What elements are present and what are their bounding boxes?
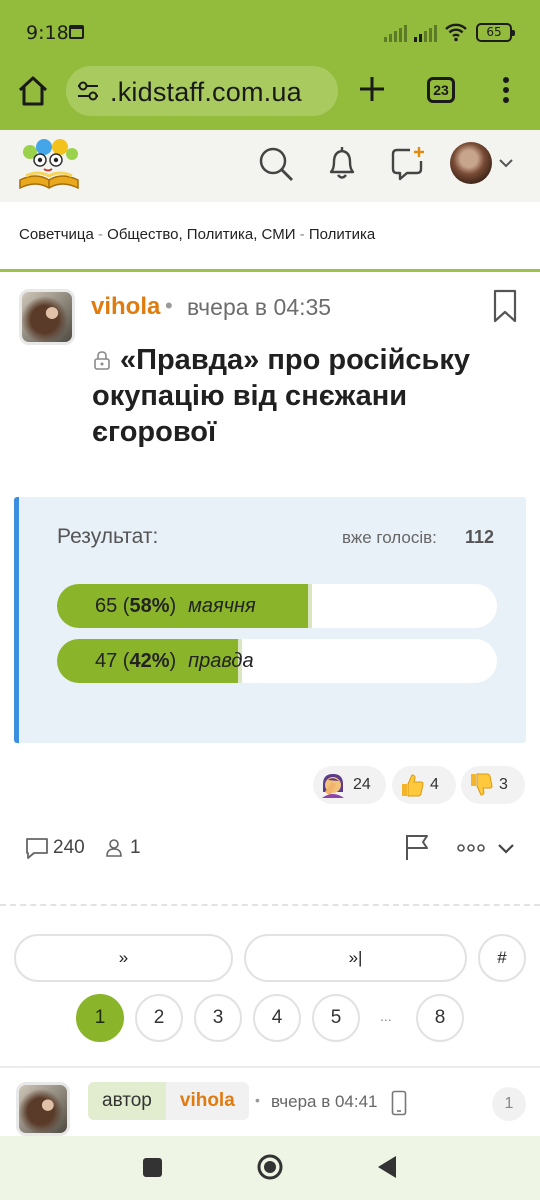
- poll-label: Результат:: [57, 525, 159, 548]
- breadcrumb-separator: -: [299, 226, 305, 243]
- reply-time[interactable]: вчера в 04:41: [271, 1092, 378, 1112]
- next-page-button[interactable]: »: [14, 934, 233, 982]
- breadcrumb-separator: -: [98, 226, 103, 243]
- breadcrumb-item[interactable]: Советчица: [19, 226, 94, 243]
- page-button[interactable]: 5: [312, 994, 360, 1042]
- browser-menu-icon[interactable]: [502, 76, 510, 104]
- reply-author[interactable]: vihola: [166, 1082, 249, 1120]
- status-bar: 9:18 65: [0, 0, 540, 62]
- thumbs-down-emoji-icon: [471, 773, 493, 796]
- breadcrumb-bar: Советчица - Общество, Политика, СМИ - По…: [0, 202, 540, 272]
- post-number[interactable]: 1: [492, 1087, 526, 1121]
- poll-option-label: маячня: [188, 595, 256, 617]
- poll-option-count: 47: [95, 650, 118, 672]
- poll-option-percent: 42%: [129, 650, 170, 672]
- thread-title: «Правда» про російську окупацію від снєж…: [92, 344, 471, 448]
- reaction-facepalm[interactable]: 24: [313, 766, 386, 804]
- breadcrumb: Советчица - Общество, Политика, СМИ - По…: [19, 226, 375, 243]
- reply-author-tag: автор vihola: [88, 1082, 249, 1120]
- poll-option-text: 65 (58%) маячня: [95, 595, 256, 617]
- poll-option-bar: 65 (58%) маячня: [57, 584, 497, 628]
- bell-icon[interactable]: [325, 145, 359, 181]
- person-icon: [106, 839, 122, 857]
- signal-icon-2: [414, 24, 437, 42]
- breadcrumb-item[interactable]: Политика: [309, 226, 375, 243]
- flag-icon[interactable]: [404, 833, 430, 861]
- meta-dot: •: [165, 293, 173, 318]
- page-button[interactable]: 4: [253, 994, 301, 1042]
- divider: [0, 904, 540, 906]
- search-icon[interactable]: [258, 146, 294, 182]
- bookmark-icon[interactable]: [493, 289, 517, 323]
- post-time[interactable]: вчера в 04:35: [187, 294, 331, 321]
- site-settings-icon[interactable]: [76, 79, 100, 103]
- nav-home-icon[interactable]: [256, 1153, 284, 1181]
- new-tab-icon[interactable]: [357, 74, 387, 104]
- page-button-current[interactable]: 1: [76, 994, 124, 1042]
- battery-icon: 65: [476, 23, 515, 42]
- meta-dot: •: [255, 1092, 260, 1108]
- wifi-icon: [445, 23, 467, 42]
- watcher-count: 1: [130, 837, 141, 858]
- status-time: 9:18: [26, 22, 69, 44]
- post-author[interactable]: vihola: [91, 293, 160, 321]
- poll-option-label: правда: [188, 650, 254, 672]
- author-avatar[interactable]: [19, 289, 75, 345]
- poll-option-percent: 58%: [129, 595, 170, 617]
- site-logo[interactable]: [16, 136, 82, 194]
- page-button[interactable]: 3: [194, 994, 242, 1042]
- reply-count: 240: [53, 837, 85, 858]
- poll-option-count: 65: [95, 595, 118, 617]
- chevron-down-icon[interactable]: [497, 154, 515, 172]
- reply-author-avatar[interactable]: [16, 1082, 70, 1136]
- last-page-button[interactable]: »|: [244, 934, 467, 982]
- reply-separator: [0, 1066, 540, 1068]
- mobile-device-icon: [391, 1090, 407, 1116]
- back-icon[interactable]: [376, 1154, 398, 1180]
- page-button[interactable]: 8: [416, 994, 464, 1042]
- home-icon[interactable]: [16, 74, 50, 108]
- calendar-icon: [69, 25, 84, 39]
- reaction-count: 3: [499, 776, 508, 793]
- url-text[interactable]: .kidstaff.com.ua: [110, 77, 302, 108]
- breadcrumb-item[interactable]: Общество, Политика, СМИ: [107, 226, 295, 243]
- poll-option-bar: 47 (42%) правда: [57, 639, 497, 683]
- author-badge: автор: [88, 1082, 166, 1120]
- comment-icon: [26, 838, 48, 859]
- tab-switcher-button[interactable]: 23: [427, 77, 455, 103]
- reaction-thumbs-up[interactable]: 4: [392, 766, 456, 804]
- more-options-icon[interactable]: [457, 843, 485, 853]
- site-header: [0, 130, 540, 202]
- chevron-down-icon[interactable]: [496, 838, 516, 858]
- reaction-count: 24: [353, 776, 371, 793]
- votes-count: 112: [465, 527, 495, 547]
- new-message-icon[interactable]: [390, 145, 426, 181]
- reaction-thumbs-down[interactable]: 3: [461, 766, 525, 804]
- url-bar[interactable]: .kidstaff.com.ua: [66, 66, 338, 116]
- system-nav-bar: [0, 1136, 540, 1200]
- recents-icon[interactable]: [143, 1158, 162, 1177]
- user-avatar[interactable]: [450, 142, 492, 184]
- signal-icon: [384, 24, 407, 42]
- thumbs-up-emoji-icon: [402, 774, 424, 797]
- reaction-count: 4: [430, 776, 439, 793]
- jump-to-page-button[interactable]: #: [478, 934, 526, 982]
- poll-results: Результат: вже голосів: 112 65 (58%) маяч…: [14, 497, 526, 743]
- votes-label: вже голосів:: [342, 528, 437, 547]
- browser-chrome: 9:18 65 .kidstaff.com.ua 23: [0, 0, 540, 130]
- page-button[interactable]: 2: [135, 994, 183, 1042]
- poll-option-text: 47 (42%) правда: [95, 650, 254, 672]
- facepalm-emoji-icon: [322, 774, 344, 798]
- pagination-ellipsis: ...: [380, 1008, 392, 1024]
